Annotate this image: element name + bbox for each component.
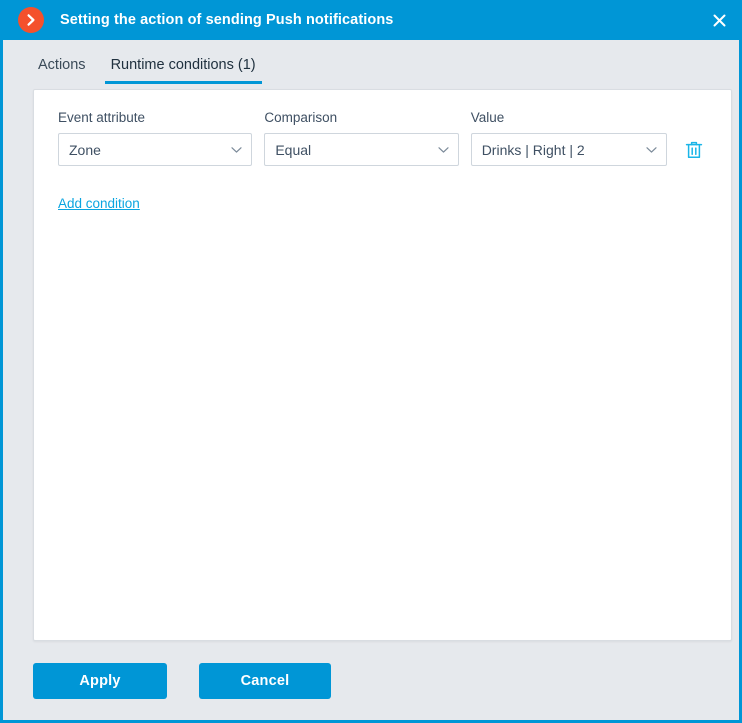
tab-bar: Actions Runtime conditions (1) [3, 40, 739, 84]
close-icon [712, 13, 727, 28]
push-notification-action-dialog: Setting the action of sending Push notif… [0, 0, 742, 723]
comparison-select[interactable]: Equal [264, 133, 459, 166]
tab-actions[interactable]: Actions [32, 57, 92, 84]
chevron-down-icon [438, 146, 449, 153]
event-attribute-value: Zone [69, 141, 101, 158]
comparison-value: Equal [275, 141, 312, 158]
delete-condition-button[interactable] [681, 133, 707, 166]
tab-actions-label: Actions [38, 57, 86, 73]
value-select[interactable]: Drinks | Right | 2 [470, 133, 668, 166]
event-attribute-label: Event attribute [58, 110, 146, 125]
cancel-button[interactable]: Cancel [199, 662, 331, 699]
chevron-right-circle-icon [18, 7, 44, 33]
value-label: Value [470, 110, 505, 125]
event-attribute-field-group: Event attribute Zone [58, 110, 253, 166]
tab-runtime-conditions-label: Runtime conditions (1) [110, 57, 256, 73]
apply-button[interactable]: Apply [33, 662, 167, 699]
tab-runtime-conditions[interactable]: Runtime conditions (1) [104, 57, 262, 84]
chevron-down-icon [646, 146, 657, 153]
dialog-title: Setting the action of sending Push notif… [60, 12, 394, 28]
add-condition-wrap: Add condition [58, 195, 707, 213]
condition-row: Event attribute Zone Comparison Equal Va… [58, 110, 707, 166]
value-value: Drinks | Right | 2 [481, 141, 585, 158]
value-field-group: Value Drinks | Right | 2 [470, 110, 668, 166]
comparison-field-group: Comparison Equal [264, 110, 459, 166]
event-attribute-select[interactable]: Zone [58, 133, 253, 166]
dialog-body: Actions Runtime conditions (1) Event att… [3, 40, 739, 720]
dialog-titlebar: Setting the action of sending Push notif… [0, 0, 742, 40]
chevron-down-icon [231, 146, 242, 153]
close-button[interactable] [696, 0, 742, 40]
comparison-label: Comparison [264, 110, 338, 125]
runtime-conditions-panel: Event attribute Zone Comparison Equal Va… [33, 89, 732, 641]
add-condition-link[interactable]: Add condition [58, 196, 140, 212]
trash-icon [685, 140, 703, 160]
dialog-footer: Apply Cancel [3, 641, 739, 720]
